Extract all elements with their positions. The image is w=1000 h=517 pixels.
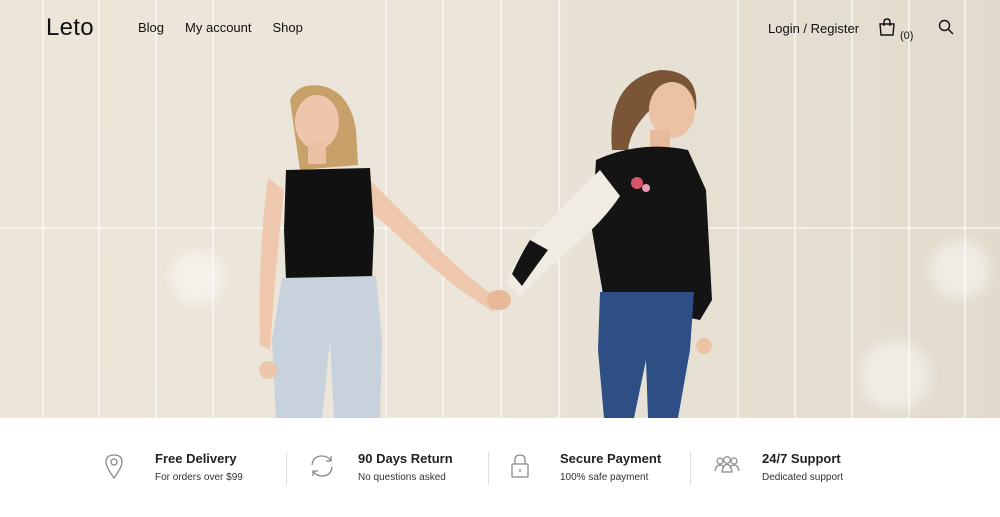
feature-title: 24/7 Support xyxy=(762,451,841,466)
lock-icon xyxy=(510,453,530,484)
features-bar: Free Delivery For orders over $99 90 Day… xyxy=(0,418,1000,517)
feature-title: 90 Days Return xyxy=(358,451,453,466)
hero-banner xyxy=(0,0,1000,418)
hero-image xyxy=(259,70,712,418)
search-button[interactable] xyxy=(938,19,954,40)
login-register-link[interactable]: Login / Register xyxy=(768,21,859,36)
divider xyxy=(286,452,287,485)
shopping-bag-icon xyxy=(878,18,896,41)
top-nav: Leto Blog My account Shop Login / Regist… xyxy=(0,0,1000,56)
cart-button[interactable]: (0) xyxy=(878,18,914,42)
feature-subtitle: No questions asked xyxy=(358,472,446,483)
feature-subtitle: For orders over $99 xyxy=(155,472,243,483)
map-pin-icon xyxy=(104,453,124,484)
cart-count: (0) xyxy=(900,30,914,42)
menu-item-shop[interactable]: Shop xyxy=(273,20,303,35)
search-icon xyxy=(938,19,954,39)
feature-subtitle: Dedicated support xyxy=(762,472,844,483)
site-logo[interactable]: Leto xyxy=(46,14,94,42)
feature-free-delivery: Free Delivery For orders over $99 xyxy=(104,451,284,491)
feature-secure-payment: Secure Payment 100% safe payment xyxy=(510,451,690,491)
feature-title: Secure Payment xyxy=(560,451,662,466)
divider xyxy=(488,452,489,485)
right-person-figure xyxy=(506,70,712,418)
refresh-icon xyxy=(308,453,336,484)
feature-24-7-support: 24/7 Support Dedicated support xyxy=(713,451,893,491)
users-icon xyxy=(713,453,741,480)
feature-subtitle: 100% safe payment xyxy=(560,472,649,483)
feature-title: Free Delivery xyxy=(155,451,237,466)
menu-item-my-account[interactable]: My account xyxy=(185,20,251,35)
left-person-figure xyxy=(259,85,498,418)
menu-item-blog[interactable]: Blog xyxy=(138,20,164,35)
main-menu: Blog My account Shop xyxy=(138,20,303,35)
feature-90-days-return: 90 Days Return No questions asked xyxy=(308,451,488,491)
divider xyxy=(690,452,691,485)
